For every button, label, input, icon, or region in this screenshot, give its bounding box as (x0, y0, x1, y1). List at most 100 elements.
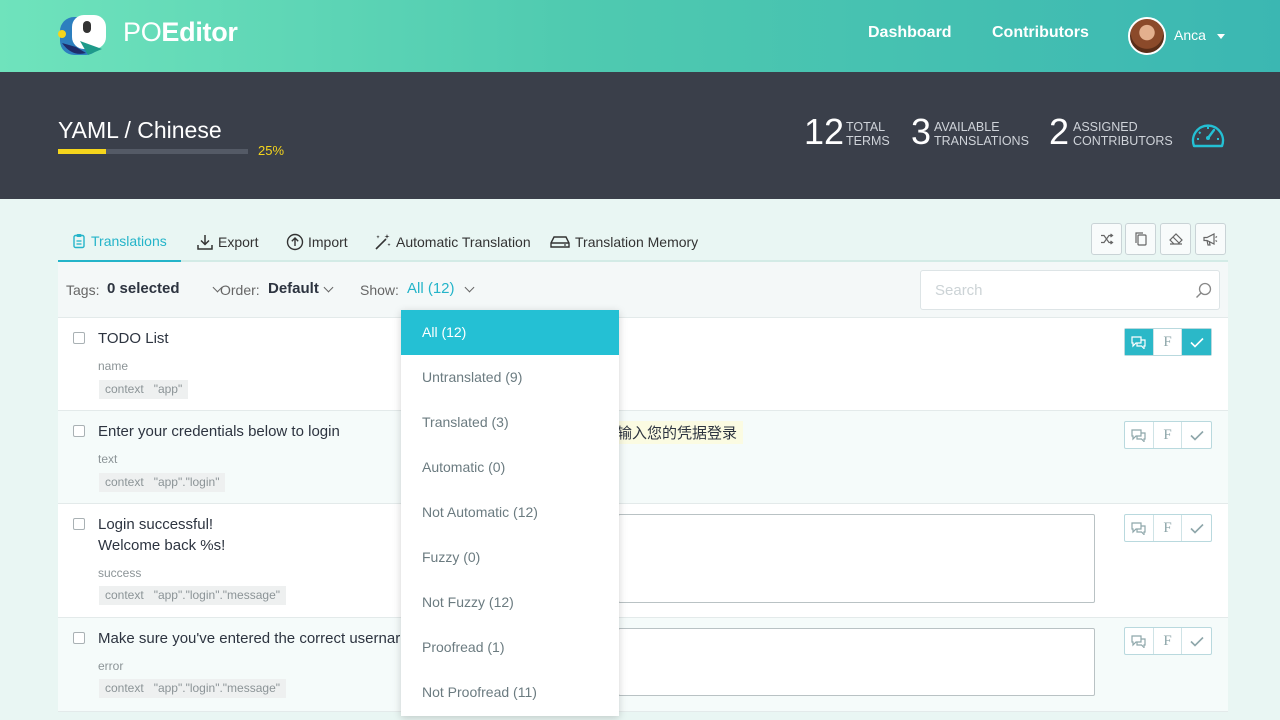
comments-icon (1130, 428, 1147, 442)
row-actions: F (1124, 514, 1212, 542)
brand-name[interactable]: POEditor (123, 17, 238, 48)
translation-textarea[interactable] (618, 628, 1095, 696)
stat-translations-label: AVAILABLETRANSLATIONS (934, 120, 1029, 148)
comments-icon (1130, 335, 1147, 349)
parrot-logo-icon[interactable] (58, 13, 110, 57)
stat-contributors-value: 2 (1049, 114, 1069, 150)
show-option[interactable]: Not Proofread (11) (401, 670, 619, 715)
tags-dropdown[interactable]: 0 selected (107, 280, 180, 297)
nav-dashboard-link[interactable]: Dashboard (868, 24, 952, 42)
show-option[interactable]: Untranslated (9) (401, 355, 619, 400)
term-context: context"app"."login" (99, 473, 225, 492)
term-context: context"app" (99, 380, 188, 399)
show-option[interactable]: Translated (3) (401, 400, 619, 445)
show-option[interactable]: All (12) (401, 310, 619, 355)
show-option[interactable]: Fuzzy (0) (401, 535, 619, 580)
show-label: Show: (360, 282, 399, 298)
order-label: Order: (220, 282, 260, 298)
term-text[interactable]: Make sure you've entered the correct use… (98, 628, 400, 649)
search-box (920, 270, 1220, 310)
shuffle-icon (1100, 233, 1114, 245)
proofread-button[interactable] (1182, 628, 1211, 654)
project-title[interactable]: YAML / Chinese (58, 117, 222, 144)
tab-label: Automatic Translation (396, 234, 531, 250)
row-checkbox[interactable] (73, 632, 85, 644)
check-icon (1190, 337, 1204, 348)
copy-icon (1135, 232, 1147, 246)
comments-icon (1130, 521, 1147, 535)
proofread-button[interactable] (1182, 329, 1211, 355)
tab-export[interactable]: Export (196, 222, 258, 262)
translation-text[interactable]: 输入您的凭据登录 (611, 421, 743, 444)
gauge-icon[interactable] (1190, 120, 1226, 150)
check-icon (1190, 636, 1204, 647)
show-filter-menu: All (12) Untranslated (9) Translated (3)… (401, 310, 619, 716)
tab-label: Translations (91, 233, 167, 249)
chevron-down-icon[interactable] (324, 283, 334, 293)
row-checkbox[interactable] (73, 332, 85, 344)
term-key: name (98, 359, 128, 373)
project-tabs: Translations Export Import Automatic Tra… (58, 222, 1228, 262)
term-text[interactable]: Enter your credentials below to login (98, 421, 340, 442)
term-text[interactable]: TODO List (98, 328, 169, 349)
show-option[interactable]: Automatic (0) (401, 445, 619, 490)
fuzzy-button[interactable]: F (1154, 628, 1183, 654)
tab-translation-memory[interactable]: Translation Memory (549, 222, 698, 262)
tab-label: Export (218, 234, 258, 250)
term-context: context"app"."login"."message" (99, 679, 286, 698)
show-option[interactable]: Proofread (1) (401, 625, 619, 670)
shuffle-button[interactable] (1091, 223, 1122, 255)
magic-wand-icon (374, 233, 392, 251)
hard-drive-icon (549, 234, 571, 250)
term-key: success (98, 566, 141, 580)
term-row: Login successful!Welcome back %s! succes… (58, 504, 1228, 618)
term-row: Make sure you've entered the correct use… (58, 618, 1228, 712)
project-header: YAML / Chinese 25% 12 TOTALTERMS 3 AVAIL… (0, 72, 1280, 199)
check-icon (1190, 523, 1204, 534)
fuzzy-button[interactable]: F (1154, 329, 1183, 355)
show-option[interactable]: Not Fuzzy (12) (401, 580, 619, 625)
translation-textarea[interactable] (618, 514, 1095, 603)
announce-button[interactable] (1195, 223, 1226, 255)
term-row: TODO List name context"app" F (58, 318, 1228, 411)
row-actions: F (1124, 421, 1212, 449)
comment-button[interactable] (1125, 515, 1154, 541)
term-text[interactable]: Login successful!Welcome back %s! (98, 514, 225, 556)
upload-circle-icon (286, 233, 304, 251)
copy-button[interactable] (1125, 223, 1156, 255)
clear-button[interactable] (1160, 223, 1191, 255)
tab-label: Translation Memory (575, 234, 698, 250)
nav-contributors-link[interactable]: Contributors (992, 24, 1089, 42)
stat-contributors-label: ASSIGNEDCONTRIBUTORS (1073, 120, 1173, 148)
progress-percentage: 25% (258, 143, 284, 158)
show-dropdown[interactable]: All (12) (407, 280, 455, 297)
order-dropdown[interactable]: Default (268, 280, 319, 297)
row-checkbox[interactable] (73, 425, 85, 437)
user-menu-caret-icon[interactable] (1217, 34, 1225, 39)
fuzzy-button[interactable]: F (1154, 422, 1183, 448)
search-icon[interactable] (1195, 282, 1212, 299)
row-checkbox[interactable] (73, 518, 85, 530)
term-key: text (98, 452, 117, 466)
filter-bar: Tags: 0 selected Order: Default Show: Al… (58, 262, 1228, 318)
stat-total-terms-value: 12 (804, 114, 844, 150)
tab-automatic-translation[interactable]: Automatic Translation (374, 222, 531, 262)
chevron-down-icon[interactable] (465, 283, 475, 293)
comments-icon (1130, 634, 1147, 648)
show-option[interactable]: Not Automatic (12) (401, 490, 619, 535)
user-name[interactable]: Anca (1174, 27, 1206, 43)
search-input[interactable] (921, 271, 1181, 309)
tab-translations[interactable]: Translations (58, 222, 181, 263)
comment-button[interactable] (1125, 628, 1154, 654)
comment-button[interactable] (1125, 422, 1154, 448)
megaphone-icon (1203, 233, 1218, 246)
term-key: error (98, 659, 123, 673)
fuzzy-button[interactable]: F (1154, 515, 1183, 541)
tab-import[interactable]: Import (286, 222, 348, 262)
top-navbar: POEditor Dashboard Contributors Anca (0, 0, 1280, 72)
comment-button[interactable] (1125, 329, 1154, 355)
proofread-button[interactable] (1182, 515, 1211, 541)
proofread-button[interactable] (1182, 422, 1211, 448)
user-avatar[interactable] (1128, 17, 1166, 55)
tab-label: Import (308, 234, 348, 250)
